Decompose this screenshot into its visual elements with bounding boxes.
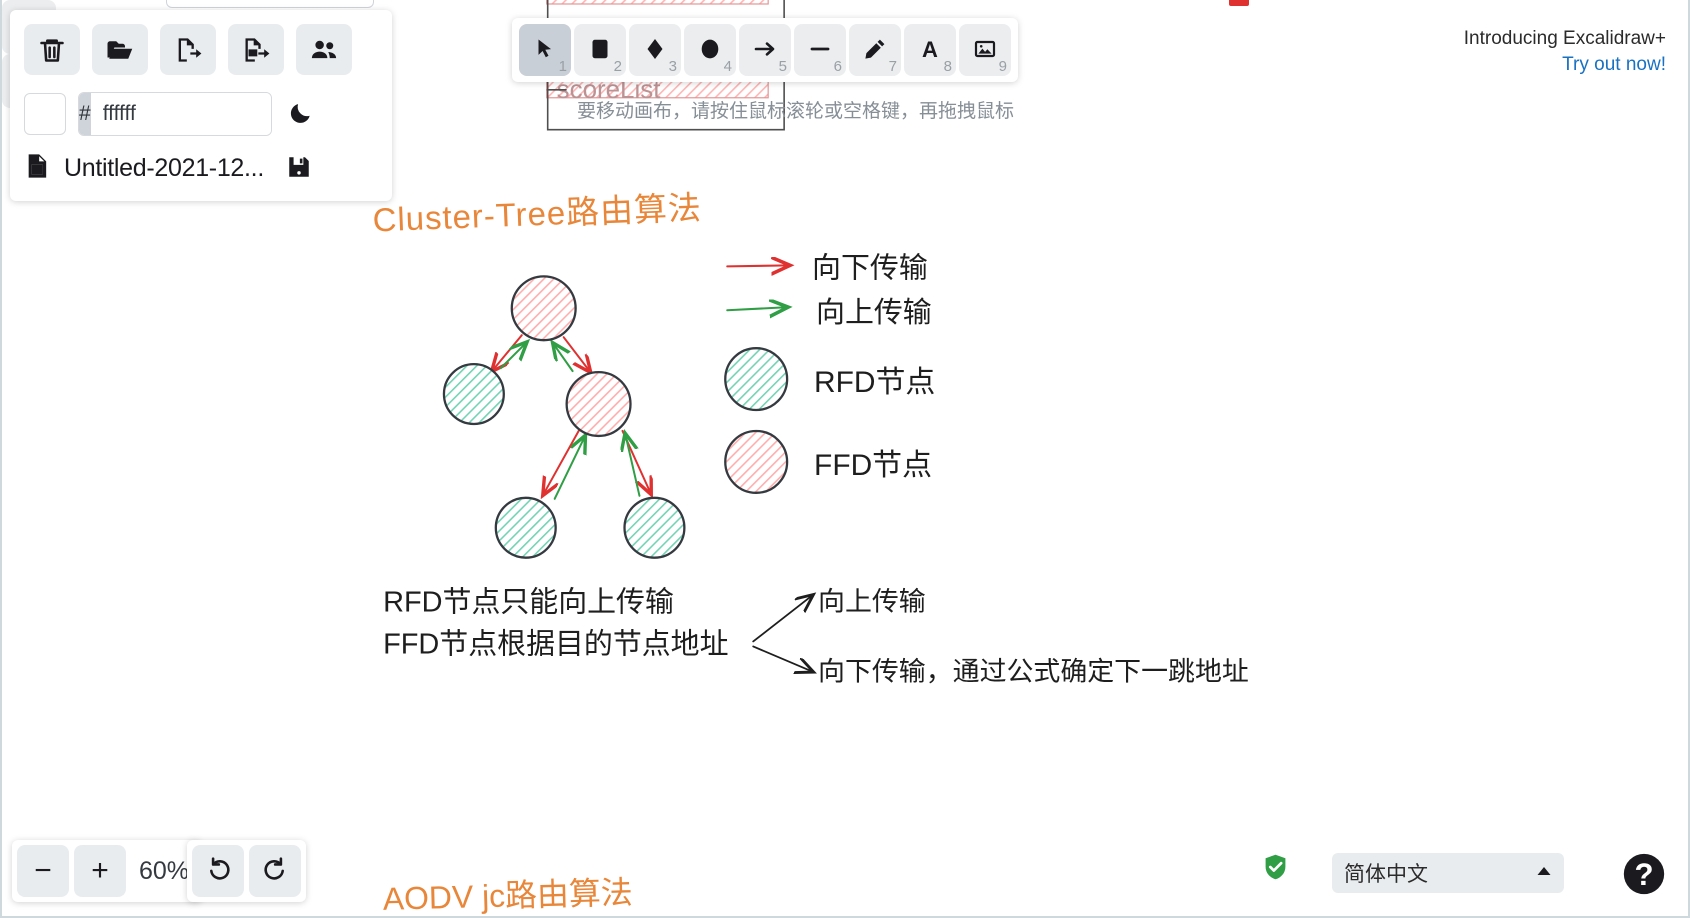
tool-text-button[interactable]: A 8 — [904, 24, 956, 76]
tool-draw-shortcut: 7 — [888, 58, 897, 75]
canvas-color-swatch[interactable] — [24, 93, 66, 135]
drawing-bottom-title: AODV jc路由算法 — [382, 874, 633, 916]
svg-text:?: ? — [1634, 857, 1653, 892]
people-icon — [309, 35, 339, 65]
shapes-toolbar-island: 1 2 3 4 5 6 7 A 8 9 — [512, 18, 1018, 82]
notes: RFD节点只能向上传输 FFD节点根据目的节点地址 向上传输 向下传输，通过公式… — [383, 587, 1249, 687]
image-export-icon — [242, 36, 270, 64]
tool-diamond-button[interactable]: 3 — [629, 24, 681, 76]
chevron-up-icon — [1536, 864, 1552, 882]
promo-headline: Introducing Excalidraw+ — [1463, 28, 1666, 49]
export-image-button[interactable] — [228, 24, 284, 75]
zoom-in-button[interactable]: + — [74, 845, 126, 897]
live-collaboration-button[interactable] — [296, 24, 352, 75]
canvas-hex-input[interactable] — [90, 93, 271, 135]
redo-button[interactable] — [249, 845, 301, 897]
tree-nodes — [442, 275, 686, 559]
tool-text-shortcut: 8 — [943, 58, 952, 75]
tree-node-ffd-mid — [565, 370, 632, 438]
tool-selection-shortcut: 1 — [558, 58, 567, 75]
file-name-label: Untitled-2021-12... — [64, 154, 264, 182]
legend-label-ffd: FFD节点 — [814, 449, 932, 482]
note-line-1: RFD节点只能向上传输 — [383, 587, 674, 619]
selection-arrow-icon — [533, 37, 557, 64]
save-file-button[interactable] — [286, 154, 312, 183]
excalidraw-app: scoreList scoreList Cluster-Tree路由算法 — [0, 0, 1690, 918]
image-file-icon — [24, 152, 52, 185]
svg-text:A: A — [922, 37, 938, 61]
canvas-pan-hint: 要移动画布，请按住鼠标滚轮或空格键，再拖拽鼠标 — [577, 101, 1015, 122]
trash-icon — [38, 36, 66, 64]
tool-draw-button[interactable]: 7 — [849, 24, 901, 76]
promo-link[interactable]: Try out now! — [1464, 52, 1666, 78]
floppy-disk-icon — [286, 154, 312, 183]
language-select[interactable]: 简体中文 — [1332, 853, 1564, 893]
tool-rectangle-button[interactable]: 2 — [574, 24, 626, 76]
language-label: 简体中文 — [1344, 863, 1428, 886]
legend: 向下传输 向上传输 RFD节点 FFD节点 — [724, 252, 935, 494]
rectangle-icon — [588, 37, 612, 64]
diamond-icon — [643, 37, 667, 64]
svg-text:scoreList: scoreList — [557, 0, 662, 2]
menu-button-row — [24, 24, 378, 75]
drawing-title: Cluster-Tree路由算法 — [372, 189, 702, 239]
note-line-2: FFD节点根据目的节点地址 — [383, 628, 728, 660]
tree-node-ffd-root — [510, 275, 577, 342]
zoom-island: − + 60% — [12, 840, 202, 902]
line-icon — [808, 37, 832, 64]
canvas-hex-field[interactable]: # — [78, 92, 272, 136]
offscreen-panel-scrap — [166, 0, 374, 8]
excalidraw-plus-promo: Introducing Excalidraw+ Try out now! — [1464, 26, 1666, 77]
tool-line-button[interactable]: 6 — [794, 24, 846, 76]
image-icon — [973, 37, 997, 64]
tool-diamond-shortcut: 3 — [668, 58, 677, 75]
zoom-out-button[interactable]: − — [17, 845, 69, 897]
arrow-icon — [753, 37, 777, 64]
encryption-badge[interactable] — [1263, 853, 1288, 886]
undo-icon — [205, 854, 232, 889]
ellipse-icon — [698, 37, 722, 64]
legend-label-rfd: RFD节点 — [814, 366, 935, 399]
save-to-file-button[interactable] — [160, 24, 216, 75]
file-row: Untitled-2021-12... — [24, 152, 378, 185]
tool-selection-button[interactable]: 1 — [519, 24, 571, 76]
question-mark-icon: ? — [1622, 853, 1666, 900]
moon-icon — [288, 100, 314, 129]
tool-arrow-shortcut: 5 — [778, 58, 787, 75]
tool-image-button[interactable]: 9 — [959, 24, 1011, 76]
branch-label-up: 向上传输 — [818, 587, 926, 617]
tree-node-rfd-leaf2 — [623, 496, 686, 559]
tool-rectangle-shortcut: 2 — [613, 58, 622, 75]
canvas-background-row: # — [24, 92, 378, 136]
undo-button[interactable] — [192, 845, 244, 897]
legend-label-down: 向下传输 — [812, 252, 928, 284]
tool-arrow-button[interactable]: 5 — [739, 24, 791, 76]
open-file-button[interactable] — [92, 24, 148, 75]
branch-label-down: 向下传输，通过公式确定下一跳地址 — [818, 656, 1249, 686]
history-island — [187, 840, 306, 902]
clear-canvas-button[interactable] — [24, 24, 80, 75]
help-button[interactable]: ? — [1622, 852, 1666, 896]
redo-icon — [262, 854, 289, 889]
pencil-icon — [863, 37, 887, 64]
file-export-icon — [174, 36, 202, 64]
menu-island: # Untitled-2021-12... — [10, 10, 392, 201]
legend-label-up: 向上传输 — [816, 297, 932, 329]
shield-check-icon — [1263, 854, 1288, 885]
offscreen-red-badge — [1229, 0, 1249, 6]
text-icon: A — [918, 37, 942, 64]
theme-toggle-button[interactable] — [284, 97, 318, 131]
tree-node-rfd-left — [442, 362, 505, 426]
tree-node-rfd-leaf1 — [494, 496, 557, 559]
tool-ellipse-shortcut: 4 — [723, 58, 732, 75]
tool-image-shortcut: 9 — [998, 58, 1007, 75]
hash-prefix: # — [79, 93, 91, 135]
legend-circle-ffd — [724, 429, 789, 494]
folder-icon — [105, 35, 135, 65]
legend-circle-rfd — [724, 347, 789, 412]
tool-ellipse-button[interactable]: 4 — [684, 24, 736, 76]
tool-line-shortcut: 6 — [833, 58, 842, 75]
